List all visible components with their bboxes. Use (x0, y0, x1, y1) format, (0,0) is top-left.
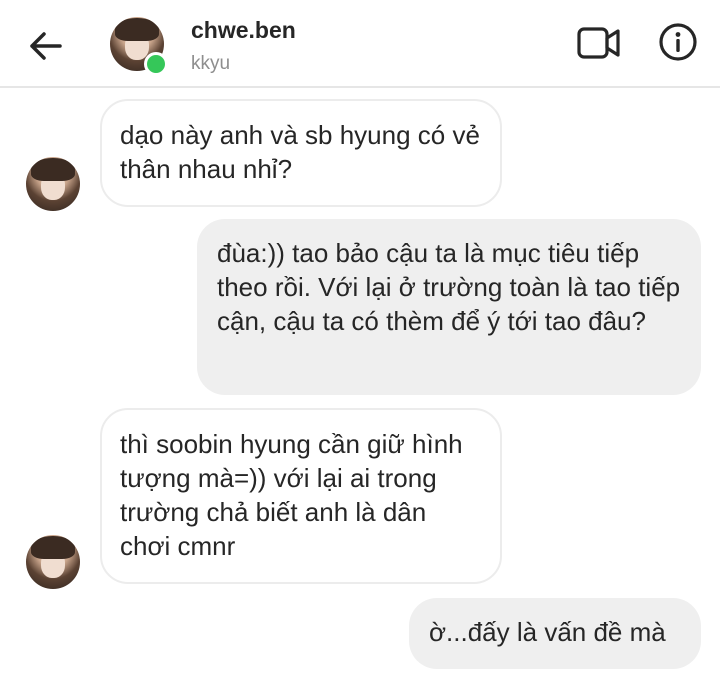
message-bubble-incoming[interactable]: thì soobin hyung cần giữ hình tượng mà=)… (100, 408, 502, 584)
chat-username[interactable]: chwe.ben (191, 17, 296, 44)
info-button[interactable] (658, 22, 698, 62)
sender-avatar[interactable] (26, 535, 80, 589)
video-camera-icon (577, 27, 620, 59)
message-bubble-incoming[interactable]: dạo này anh và sb hyung có vẻ thân nhau … (100, 99, 502, 207)
sender-avatar[interactable] (26, 157, 80, 211)
arrow-left-icon (30, 32, 62, 60)
chat-header: chwe.ben kkyu (0, 0, 720, 88)
video-call-button[interactable] (576, 24, 622, 62)
chat-subname: kkyu (191, 53, 231, 74)
info-icon (659, 23, 697, 61)
online-status-dot (144, 52, 168, 76)
back-button[interactable] (26, 28, 66, 64)
message-bubble-outgoing[interactable]: đùa:)) tao bảo cậu ta là mục tiêu tiếp t… (197, 219, 701, 395)
message-bubble-outgoing[interactable]: ờ...đấy là vấn đề mà (409, 598, 701, 669)
